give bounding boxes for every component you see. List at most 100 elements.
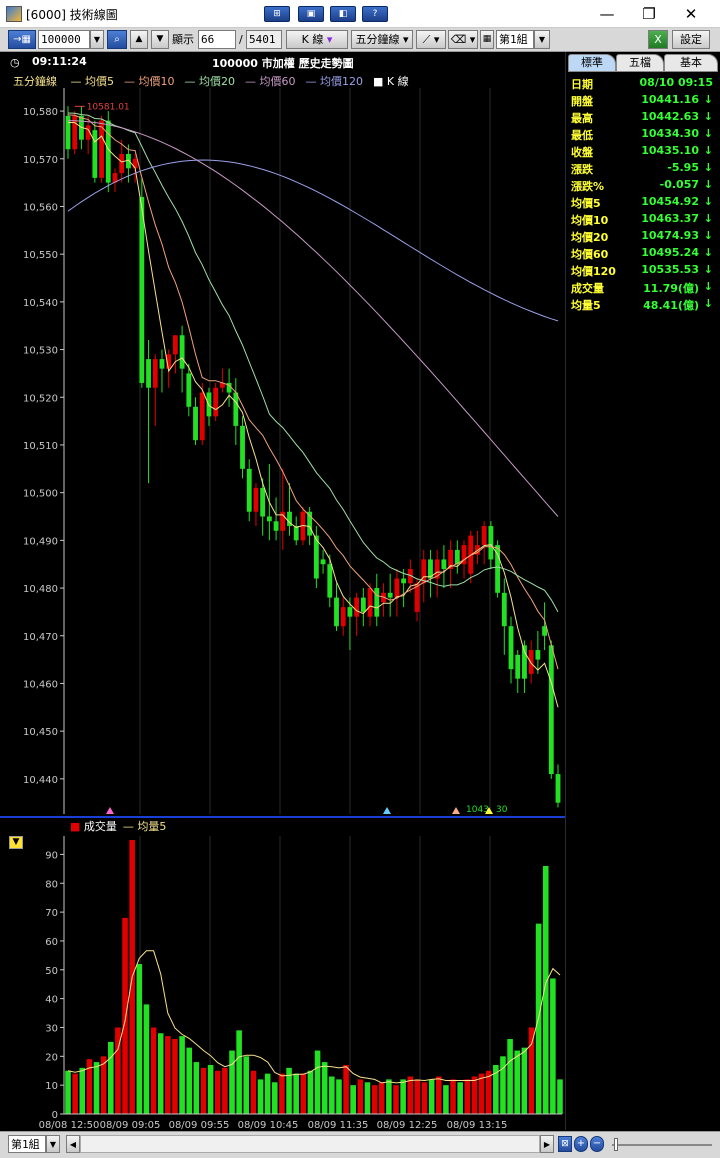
period-legend-label: 五分鐘線 <box>13 75 57 88</box>
side-panel: 標準 五檔 基本 日期 08/10 09:15 開盤 10441.16 ↓ 最高 10442… <box>565 52 720 1130</box>
group-select[interactable]: 第1組 <box>496 30 534 49</box>
volume-bar <box>136 964 143 1114</box>
candle-body <box>119 154 125 174</box>
total-count: 5401 <box>246 30 282 49</box>
help-icon[interactable]: ? <box>362 6 388 22</box>
volume-bar <box>257 1079 264 1114</box>
quote-value: 10434.30 <box>641 127 699 140</box>
volume-tick-label: 50 <box>45 966 58 977</box>
bottom-group-dropdown-icon[interactable]: ▼ <box>46 1135 60 1153</box>
zoom-out-icon[interactable]: ▼ <box>151 30 169 49</box>
candle-body <box>233 392 239 426</box>
volume-bar <box>207 1064 214 1114</box>
volume-bar <box>378 1082 385 1114</box>
clock-icon: ◷ <box>10 56 20 69</box>
grid-icon[interactable]: ▦ <box>480 30 494 49</box>
video-icon[interactable]: ◧ <box>330 6 356 22</box>
symbol-input[interactable]: 100000 <box>38 30 90 49</box>
scroll-left-icon[interactable]: ◀ <box>66 1135 80 1153</box>
x-tick-label: 08/08 12:50 <box>39 1120 100 1130</box>
volume-bar <box>364 1082 371 1114</box>
legend-item: ■ K 線 <box>373 75 409 88</box>
quote-row: 漲跌 -5.95 ↓ <box>571 161 713 178</box>
quote-value: -5.95 <box>667 161 699 174</box>
volume-bar <box>450 1079 456 1114</box>
volume-menu-icon[interactable]: ▼ <box>9 836 23 849</box>
tab-standard[interactable]: 標準 <box>568 54 616 72</box>
quote-label: 漲跌 <box>571 163 593 176</box>
quote-label: 最低 <box>571 129 593 142</box>
candle-body <box>347 607 353 617</box>
quote-label: 成交量 <box>571 282 604 295</box>
chart-title: 100000 市加權 歷史走勢圖 <box>212 57 354 70</box>
volume-bar <box>243 1056 250 1114</box>
volume-bar <box>314 1050 321 1114</box>
quote-value: 10442.63 <box>641 110 699 123</box>
candle-body <box>481 526 487 546</box>
down-arrow-icon: ↓ <box>703 178 713 191</box>
x-tick-label: 08/09 10:45 <box>238 1120 299 1130</box>
candle-body <box>401 578 407 584</box>
link-icon[interactable]: →▦ <box>8 30 36 49</box>
legend-item: — 均價120 <box>305 75 364 88</box>
volume-bar <box>428 1079 435 1114</box>
candle-body <box>334 597 339 627</box>
bottom-group-select[interactable]: 第1組 <box>8 1135 46 1153</box>
eraser-icon[interactable]: ⌫ ▾ <box>448 30 478 49</box>
excel-export-icon[interactable]: X <box>648 30 668 49</box>
group-dropdown-icon[interactable]: ▼ <box>534 30 550 49</box>
candle-body <box>179 335 185 369</box>
candle-body <box>92 130 98 178</box>
restore-button[interactable]: ❐ <box>634 3 664 25</box>
tab-basic[interactable]: 基本 <box>664 54 718 72</box>
price-tick-label: 10,450 <box>23 727 58 738</box>
settings-button[interactable]: 設定 <box>672 30 710 49</box>
price-tick-label: 10,490 <box>23 536 58 547</box>
search-icon[interactable]: ⌕ <box>107 30 127 49</box>
quote-row: 收盤 10435.10 ↓ <box>571 144 713 161</box>
price-tick-label: 10,550 <box>23 250 58 261</box>
quote-row: 最高 10442.63 ↓ <box>571 110 713 127</box>
volume-bar <box>165 1036 171 1114</box>
volume-bar <box>464 1079 471 1114</box>
display-count-input[interactable]: 66 <box>198 30 236 49</box>
volume-legend-item: — 均量5 <box>122 820 167 833</box>
down-arrow-icon: ↓ <box>703 144 713 157</box>
ma-legend: 五分鐘線 — 均價5 — 均價10 — 均價20 — 均價60 — 均價120 ■ K 線 <box>13 73 409 89</box>
signal-triangle-icon <box>106 807 114 814</box>
draw-line-icon[interactable]: ⟋ ▾ <box>416 30 446 49</box>
quote-value: 11.79(億) <box>643 282 699 295</box>
display-mode-icon[interactable]: ⊞ <box>264 6 290 22</box>
tab-five-levels[interactable]: 五檔 <box>616 54 664 72</box>
candle-body <box>125 154 131 169</box>
fit-icon[interactable]: ⊠ <box>558 1136 572 1152</box>
price-tick-label: 10,570 <box>23 155 58 166</box>
candle-body <box>501 592 507 627</box>
display-label: 顯示 <box>172 33 194 46</box>
quote-value: 10454.92 <box>641 195 699 208</box>
period-dropdown[interactable]: 五分鐘線 ▾ <box>351 30 413 49</box>
horizontal-scrollbar[interactable] <box>80 1135 540 1153</box>
zoom-slider-thumb[interactable] <box>614 1138 618 1151</box>
symbol-dropdown-icon[interactable]: ▼ <box>90 30 104 49</box>
volume-tick-label: 20 <box>45 1052 58 1063</box>
chart-kind-dropdown[interactable]: K 線 ▾ <box>286 30 348 49</box>
zoom-plus-icon[interactable]: + <box>574 1136 588 1152</box>
price-tick-label: 10,540 <box>23 298 58 309</box>
candle-body <box>327 564 333 598</box>
zoom-slider-track[interactable] <box>612 1144 712 1146</box>
zoom-minus-icon[interactable]: − <box>590 1136 604 1152</box>
window-title: [6000] 技術線圖 <box>26 8 118 22</box>
close-button[interactable]: ✕ <box>676 3 706 25</box>
scroll-right-icon[interactable]: ▶ <box>540 1135 554 1153</box>
layout-icon[interactable]: ▣ <box>298 6 324 22</box>
volume-bar <box>157 1033 164 1114</box>
quote-row: 均價60 10495.24 ↓ <box>571 246 713 263</box>
volume-bar <box>150 1027 157 1114</box>
candle-body <box>193 406 198 441</box>
zoom-in-icon[interactable]: ▲ <box>130 30 148 49</box>
quote-label: 漲跌% <box>571 180 605 193</box>
quote-value: 48.41(億) <box>643 299 699 312</box>
candle-body <box>367 588 373 617</box>
minimize-button[interactable]: — <box>592 3 622 25</box>
